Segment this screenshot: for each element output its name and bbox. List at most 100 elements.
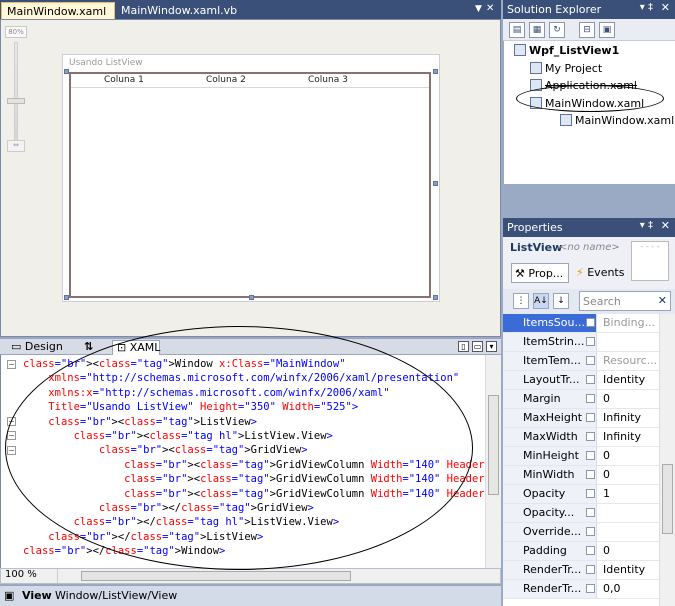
view-code-icon[interactable]: ⊟	[579, 22, 595, 38]
property-row[interactable]: RenderTr... 0,0	[503, 580, 659, 599]
properties-icon[interactable]: ▤	[509, 22, 525, 38]
pin-icon[interactable]: ▾ ‡	[640, 2, 653, 13]
advanced-property-icon[interactable]	[586, 546, 595, 555]
close-icon[interactable]: ✕	[661, 1, 670, 14]
column-header-3[interactable]: Coluna 3	[308, 75, 348, 85]
property-row[interactable]: RenderTr... Identity	[503, 561, 659, 580]
code-line[interactable]: class="br"></class="tag">Window>	[23, 544, 485, 558]
advanced-property-icon[interactable]	[586, 337, 595, 346]
categorized-icon[interactable]: ⋮	[513, 293, 529, 309]
code-line[interactable]: class="br"></class="tag hl">ListView.Vie…	[23, 515, 485, 529]
tab-design[interactable]: ▭ Design	[7, 340, 67, 355]
swap-panes-button[interactable]: ⇅	[80, 340, 97, 355]
property-row[interactable]: Override...	[503, 523, 659, 542]
code-line[interactable]: class="br"><class="tag hl">ListView.View…	[23, 429, 485, 443]
property-row[interactable]: ItemsSou... Binding...	[503, 314, 659, 333]
property-grid-scrollbar[interactable]	[659, 314, 675, 606]
code-line[interactable]: xmlns="http://schemas.microsoft.com/winf…	[23, 371, 485, 385]
code-line[interactable]: Title="Usando ListView" Height="350" Wid…	[23, 400, 485, 414]
code-line[interactable]: class="br"></class="tag">GridView>	[23, 501, 485, 515]
property-row[interactable]: Padding 0	[503, 542, 659, 561]
advanced-property-icon[interactable]	[586, 356, 595, 365]
zoom-level-dropdown[interactable]: 100 %	[3, 569, 58, 583]
collapse-pane-icon[interactable]: ▾	[486, 341, 497, 352]
tree-item[interactable]: MainWindow.xaml.vb	[560, 114, 675, 127]
code-line[interactable]: class="br"><class="tag">GridViewColumn W…	[23, 458, 485, 472]
tree-item[interactable]: MainWindow.xaml	[530, 96, 644, 110]
resize-handle[interactable]	[433, 295, 438, 300]
property-value[interactable]: Infinity	[603, 430, 641, 443]
xaml-editor[interactable]: − − − − class="br"><class="tag">Window x…	[0, 355, 501, 568]
code-line[interactable]: class="br"><class="tag">ListView>	[23, 415, 485, 429]
property-value[interactable]: Infinity	[603, 411, 641, 424]
advanced-property-icon[interactable]	[586, 432, 595, 441]
close-icon[interactable]: ✕	[486, 3, 498, 15]
chevron-down-icon[interactable]: ▼	[475, 4, 485, 14]
property-value[interactable]: 0	[603, 468, 610, 481]
editor-vertical-scrollbar[interactable]	[485, 355, 501, 568]
advanced-property-icon[interactable]	[586, 489, 595, 498]
fold-toggle[interactable]: −	[7, 360, 16, 369]
selected-object-name[interactable]: <no name>	[559, 242, 620, 253]
show-all-files-icon[interactable]: ▦	[529, 22, 545, 38]
property-value[interactable]: 0	[603, 392, 610, 405]
advanced-property-icon[interactable]	[586, 584, 595, 593]
resize-handle[interactable]	[64, 295, 69, 300]
code-line[interactable]: class="br"></class="tag">ListView>	[23, 530, 485, 544]
horizontal-split-icon[interactable]: ▭	[472, 341, 483, 352]
property-row[interactable]: ItemTem... Resourc...	[503, 352, 659, 371]
code-text[interactable]: class="br"><class="tag">Window x:Class="…	[23, 357, 485, 563]
advanced-property-icon[interactable]	[586, 527, 595, 536]
listview-preview[interactable]: Coluna 1 Coluna 2 Coluna 3	[69, 72, 431, 298]
property-row[interactable]: MaxHeight Infinity	[503, 409, 659, 428]
vertical-split-icon[interactable]: ▯	[458, 341, 469, 352]
code-line[interactable]: xmlns:x="http://schemas.microsoft.com/wi…	[23, 386, 485, 400]
advanced-property-icon[interactable]	[586, 375, 595, 384]
property-row[interactable]: ItemStrin...	[503, 333, 659, 352]
tab-mainwindow-xaml[interactable]: MainWindow.xaml	[1, 2, 115, 19]
code-line[interactable]: class="br"><class="tag">Window x:Class="…	[23, 357, 485, 371]
fold-toggle[interactable]: −	[7, 417, 16, 426]
refresh-icon[interactable]: ↻	[549, 22, 565, 38]
tree-item[interactable]: Wpf_ListView1	[514, 44, 619, 57]
advanced-property-icon[interactable]	[586, 565, 595, 574]
tab-mainwindow-xaml-vb[interactable]: MainWindow.xaml.vb	[116, 2, 237, 19]
view-designer-icon[interactable]: ▣	[599, 22, 615, 38]
wpf-window-preview[interactable]: Usando ListView Coluna 1 Coluna 2 Coluna…	[62, 54, 440, 302]
clear-search-icon[interactable]: ✕	[658, 294, 667, 307]
alphabetical-icon[interactable]: A↓	[533, 293, 549, 309]
property-value[interactable]: 0	[603, 449, 610, 462]
property-row[interactable]: LayoutTr... Identity	[503, 371, 659, 390]
property-value[interactable]: 0	[603, 544, 610, 557]
fold-toggle[interactable]: −	[7, 446, 16, 455]
column-header-2[interactable]: Coluna 2	[206, 75, 246, 85]
property-value[interactable]: Binding...	[603, 316, 655, 329]
resize-handle[interactable]	[249, 295, 254, 300]
resize-handle[interactable]	[433, 181, 438, 186]
property-value[interactable]: Identity	[603, 563, 645, 576]
advanced-property-icon[interactable]	[586, 508, 595, 517]
tree-item[interactable]: Application.xaml	[530, 79, 637, 92]
scroll-thumb[interactable]	[662, 464, 673, 534]
zoom-track[interactable]	[14, 42, 18, 152]
tab-xaml[interactable]: ⊡ XAML	[112, 340, 160, 355]
column-header-1[interactable]: Coluna 1	[104, 75, 144, 85]
advanced-property-icon[interactable]	[586, 451, 595, 460]
property-row[interactable]: MaxWidth Infinity	[503, 428, 659, 447]
tab-events[interactable]: ⚡ Events	[573, 263, 628, 283]
property-value[interactable]: 1	[603, 487, 610, 500]
code-line[interactable]: class="br"><class="tag">GridView>	[23, 443, 485, 457]
property-row[interactable]: Opacity 1	[503, 485, 659, 504]
code-line[interactable]: class="br"><class="tag">GridViewColumn W…	[23, 487, 485, 501]
breadcrumb-view-label[interactable]: View	[22, 589, 52, 602]
design-surface[interactable]: 80% ⇔ Usando ListView Coluna 1 Coluna 2 …	[0, 19, 501, 337]
advanced-property-icon[interactable]	[586, 394, 595, 403]
advanced-property-icon[interactable]	[586, 413, 595, 422]
property-value[interactable]: 0,0	[603, 582, 621, 595]
zoom-fit-icon[interactable]: ⇔	[7, 140, 25, 152]
property-value[interactable]: Resourc...	[603, 354, 657, 367]
zoom-slider[interactable]: 80% ⇔	[5, 26, 27, 176]
property-row[interactable]: Margin 0	[503, 390, 659, 409]
zoom-thumb[interactable]	[7, 98, 25, 104]
property-row[interactable]: MinWidth 0	[503, 466, 659, 485]
